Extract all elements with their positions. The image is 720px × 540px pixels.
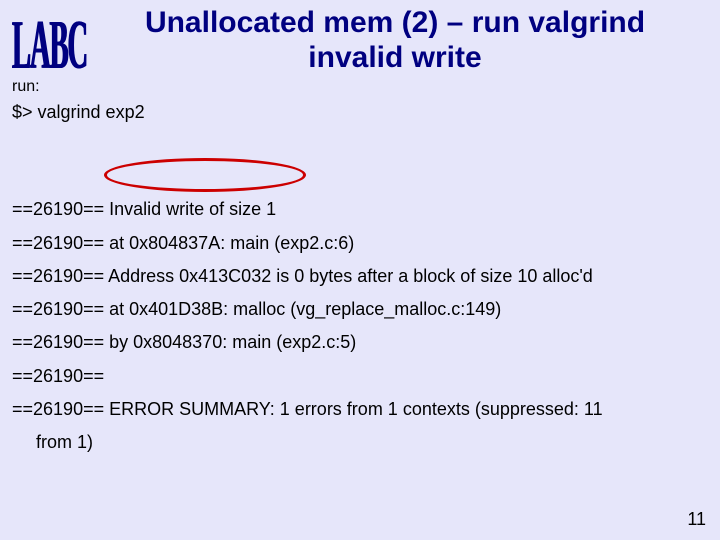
run-label: run:: [12, 78, 40, 96]
output-line-4: ==26190== at 0x401D38B: malloc (vg_repla…: [12, 299, 501, 319]
title-line-1: Unallocated mem (2) – run valgrind: [145, 6, 645, 39]
title-line-2: invalid write: [308, 41, 481, 74]
output-line-3: ==26190== Address 0x413C032 is 0 bytes a…: [12, 266, 593, 286]
output-line-2: ==26190== at 0x804837A: main (exp2.c:6): [12, 233, 354, 253]
logo: LABC: [12, 6, 87, 86]
output-line-8: from 1): [12, 432, 93, 452]
output-line-5: ==26190== by 0x8048370: main (exp2.c:5): [12, 332, 356, 352]
command-line: $> valgrind exp2: [12, 102, 145, 123]
output-line-1: ==26190== Invalid write of size 1: [12, 199, 276, 219]
output-line-6: ==26190==: [12, 366, 104, 386]
slide: LABC Unallocated mem (2) – run valgrind …: [0, 0, 720, 540]
page-number: 11: [687, 509, 706, 530]
slide-title: Unallocated mem (2) – run valgrind inval…: [90, 6, 700, 75]
valgrind-output: ==26190== Invalid write of size 1 ==2619…: [12, 160, 603, 493]
output-line-7: ==26190== ERROR SUMMARY: 1 errors from 1…: [12, 399, 603, 419]
